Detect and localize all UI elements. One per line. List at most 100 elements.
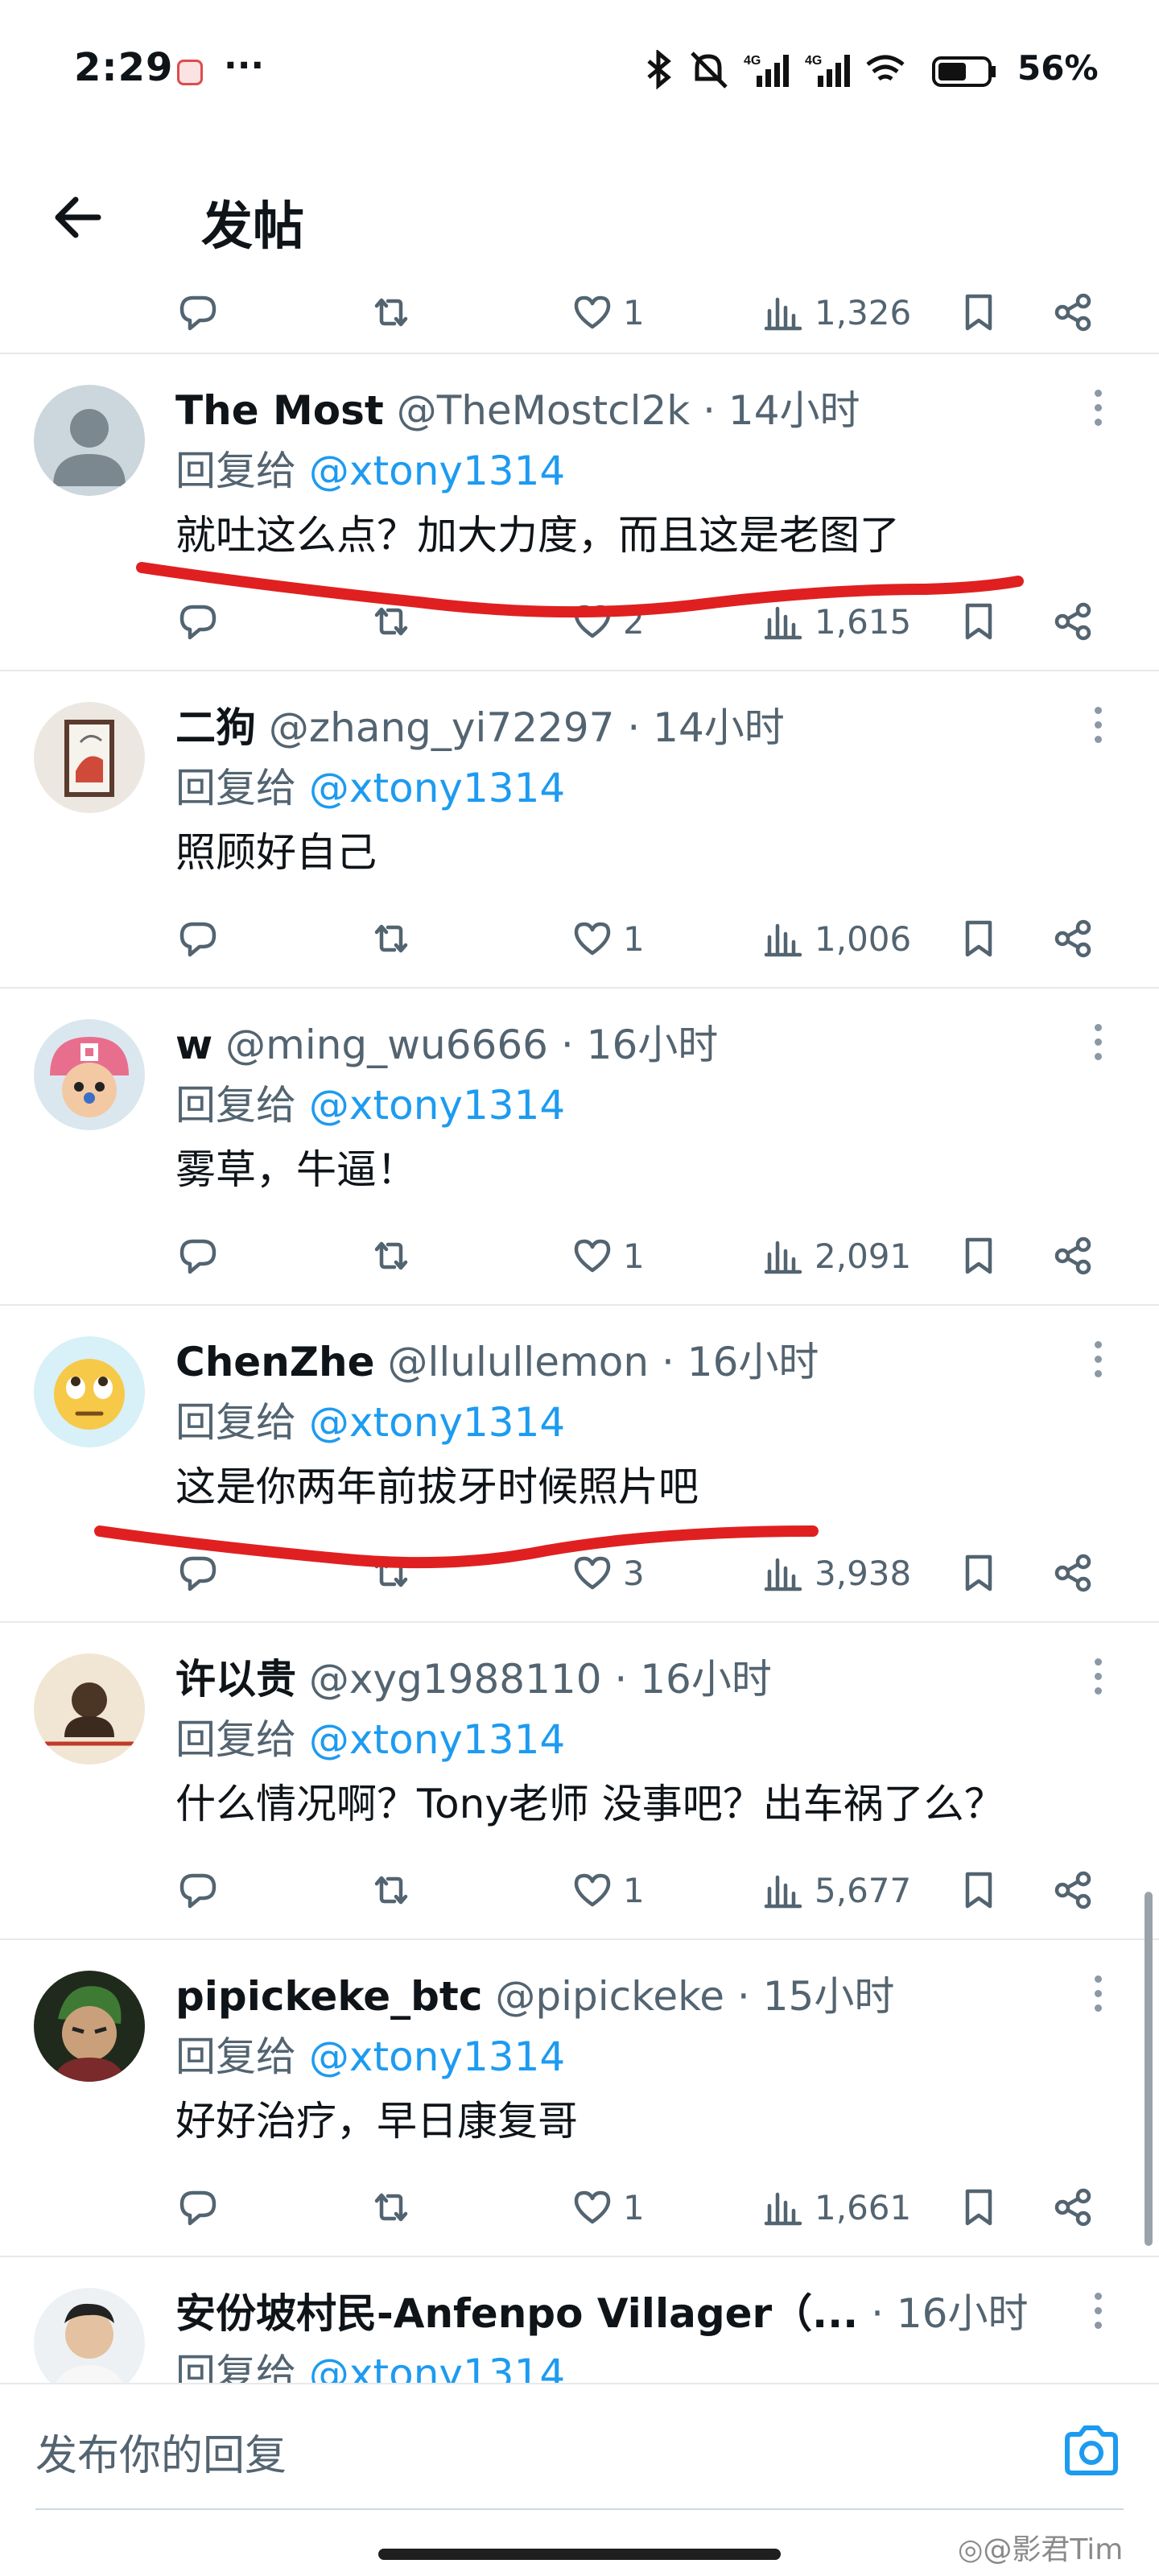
avatar[interactable] xyxy=(34,2288,145,2383)
camera-icon[interactable] xyxy=(1061,2423,1122,2479)
avatar[interactable] xyxy=(34,385,145,496)
bookmark-button[interactable] xyxy=(956,2175,1001,2240)
reply-post[interactable]: 安份坡村民-Anfenpo Villager（... · 16小时 回复给 @xt… xyxy=(0,2257,1159,2383)
share-button[interactable] xyxy=(1051,1541,1096,1605)
reply-list[interactable]: 1 1,326 The Most @TheMostcl2k · 14小时 回复给 @… xyxy=(0,290,1159,2383)
reply-post[interactable]: 二狗 @zhang_yi72297 · 14小时 回复给 @xtony1314 照顾… xyxy=(0,671,1159,989)
reply-to-mention[interactable]: @xtony1314 xyxy=(309,765,565,811)
share-button[interactable] xyxy=(1051,2175,1096,2240)
post-text: 雾草，牛逼！ xyxy=(175,1146,417,1193)
repost-button[interactable] xyxy=(369,906,414,971)
reply-icon xyxy=(179,2190,217,2226)
share-button[interactable] xyxy=(1051,589,1096,654)
like-button[interactable]: 3 xyxy=(570,1541,645,1605)
avatar[interactable] xyxy=(34,1019,145,1130)
author-handle[interactable]: @TheMostcl2k xyxy=(397,387,691,434)
bookmark-button[interactable] xyxy=(956,1541,1001,1605)
views-button[interactable]: 3,938 xyxy=(761,1541,911,1605)
author-name[interactable]: The Most xyxy=(175,387,384,434)
reply-button[interactable] xyxy=(175,1858,221,1922)
reply-to-mention[interactable]: @xtony1314 xyxy=(309,1716,565,1763)
author-name[interactable]: 二狗 xyxy=(175,704,256,751)
repost-button[interactable] xyxy=(369,1858,414,1922)
reply-button[interactable] xyxy=(175,290,221,345)
author-name[interactable]: 安份坡村民-Anfenpo Villager（... xyxy=(175,2290,858,2337)
reply-input[interactable]: 发布你的回复 xyxy=(35,2421,287,2482)
author-name[interactable]: pipickeke_btc xyxy=(175,1973,482,2020)
bookmark-button[interactable] xyxy=(956,1224,1001,1288)
author-handle[interactable]: @zhang_yi72297 xyxy=(269,704,615,751)
reply-button[interactable] xyxy=(175,906,221,971)
back-arrow-icon[interactable] xyxy=(48,185,113,250)
author-handle[interactable]: @llulullemon xyxy=(387,1339,649,1385)
scrollbar[interactable] xyxy=(1145,1892,1153,2246)
like-button[interactable]: 1 xyxy=(570,1224,645,1288)
author-handle[interactable]: @pipickeke xyxy=(495,1973,724,2020)
post-header: 安份坡村民-Anfenpo Villager（... · 16小时 xyxy=(175,2281,1077,2339)
reply-button[interactable] xyxy=(175,589,221,654)
reply-button[interactable] xyxy=(175,2175,221,2240)
views-button[interactable]: 2,091 xyxy=(761,1224,911,1288)
reply-to-mention[interactable]: @xtony1314 xyxy=(309,2033,565,2080)
reply-to-mention[interactable]: @xtony1314 xyxy=(309,448,565,494)
like-heart-icon xyxy=(574,295,611,329)
author-name[interactable]: w xyxy=(175,1022,212,1068)
reply-to-mention[interactable]: @xtony1314 xyxy=(309,2351,565,2383)
more-options-icon[interactable] xyxy=(1091,1975,1104,2024)
reply-composer[interactable]: 发布你的回复 xyxy=(0,2383,1159,2520)
reply-to-label: 回复给 xyxy=(175,1399,296,1446)
watermark: ◎@影君Tim xyxy=(958,2533,1124,2566)
views-button[interactable]: 5,677 xyxy=(761,1858,911,1922)
reply-post[interactable]: w @ming_wu6666 · 16小时 回复给 @xtony1314 雾草，牛逼… xyxy=(0,989,1159,1306)
reply-to-line: 回复给 @xtony1314 xyxy=(175,1390,565,1448)
bookmark-button[interactable] xyxy=(956,1858,1001,1922)
reply-to-mention[interactable]: @xtony1314 xyxy=(309,1399,565,1446)
avatar[interactable] xyxy=(34,1653,145,1765)
more-options-icon[interactable] xyxy=(1091,1341,1104,1389)
reply-button[interactable] xyxy=(175,1224,221,1288)
author-handle[interactable]: @ming_wu6666 xyxy=(225,1022,548,1068)
author-name[interactable]: ChenZhe xyxy=(175,1339,375,1385)
repost-button[interactable] xyxy=(369,589,414,654)
share-button[interactable] xyxy=(1051,906,1096,971)
views-button[interactable]: 1,661 xyxy=(761,2175,911,2240)
avatar[interactable] xyxy=(34,1336,145,1447)
more-options-icon[interactable] xyxy=(1091,707,1104,755)
like-button[interactable]: 1 xyxy=(570,2175,645,2240)
like-heart-icon xyxy=(574,1556,611,1590)
like-button[interactable]: 1 xyxy=(570,1858,645,1922)
reply-post[interactable]: 许以贵 @xyg1988110 · 16小时 回复给 @xtony1314 什么情况… xyxy=(0,1623,1159,1940)
more-options-icon[interactable] xyxy=(1091,390,1104,438)
like-button[interactable]: 2 xyxy=(570,589,645,654)
home-indicator[interactable] xyxy=(378,2549,781,2560)
like-button[interactable]: 1 xyxy=(570,290,645,345)
avatar[interactable] xyxy=(34,702,145,813)
repost-button[interactable] xyxy=(369,1224,414,1288)
views-chart-icon xyxy=(764,2192,802,2226)
author-name[interactable]: 许以贵 xyxy=(175,1656,296,1703)
repost-button[interactable] xyxy=(369,2175,414,2240)
bookmark-button[interactable] xyxy=(956,589,1001,654)
reply-button[interactable] xyxy=(175,1541,221,1605)
bookmark-button[interactable] xyxy=(956,290,1001,345)
like-button[interactable]: 1 xyxy=(570,906,645,971)
reply-to-mention[interactable]: @xtony1314 xyxy=(309,1082,565,1129)
views-button[interactable]: 1,615 xyxy=(761,589,911,654)
views-button[interactable]: 1,326 xyxy=(761,290,911,345)
more-options-icon[interactable] xyxy=(1091,2293,1104,2341)
avatar[interactable] xyxy=(34,1971,145,2082)
repost-button[interactable] xyxy=(369,290,414,345)
repost-button[interactable] xyxy=(369,1541,414,1605)
reply-post[interactable]: The Most @TheMostcl2k · 14小时 回复给 @xtony13… xyxy=(0,354,1159,671)
views-button[interactable]: 1,006 xyxy=(761,906,911,971)
bookmark-button[interactable] xyxy=(956,906,1001,971)
share-button[interactable] xyxy=(1051,290,1096,345)
reply-post[interactable]: ChenZhe @llulullemon · 16小时 回复给 @xtony131… xyxy=(0,1306,1159,1623)
more-options-icon[interactable] xyxy=(1091,1024,1104,1072)
share-button[interactable] xyxy=(1051,1224,1096,1288)
author-handle[interactable]: @xyg1988110 xyxy=(309,1656,602,1703)
views-count: 1,615 xyxy=(815,601,912,642)
share-button[interactable] xyxy=(1051,1858,1096,1922)
more-options-icon[interactable] xyxy=(1091,1658,1104,1707)
reply-post[interactable]: pipickeke_btc @pipickeke · 15小时 回复给 @xton… xyxy=(0,1940,1159,2257)
